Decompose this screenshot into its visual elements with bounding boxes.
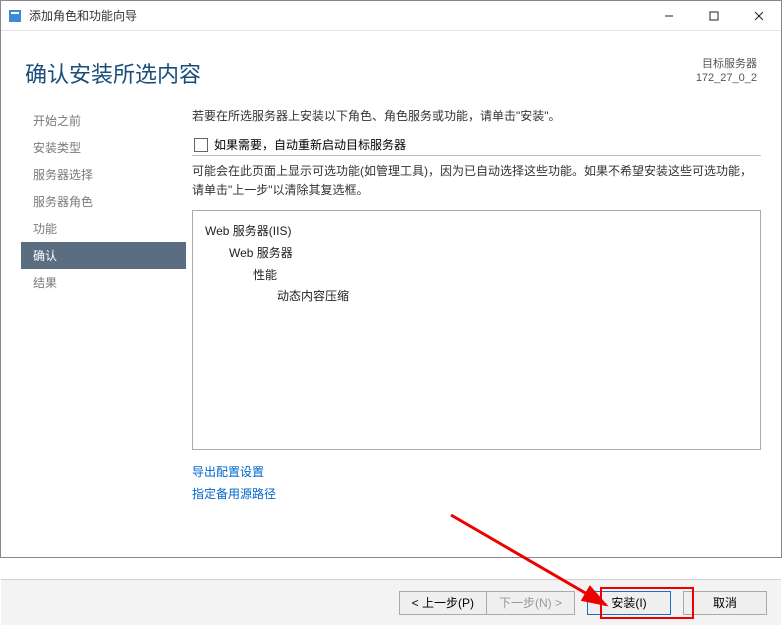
close-button[interactable] bbox=[736, 1, 781, 31]
tree-item: Web 服务器(IIS) bbox=[205, 221, 748, 243]
previous-button[interactable]: < 上一步(P) bbox=[399, 591, 486, 615]
sidebar-item-server-roles[interactable]: 服务器角色 bbox=[21, 188, 186, 215]
auto-restart-row[interactable]: 如果需要，自动重新启动目标服务器 bbox=[192, 136, 761, 156]
sidebar-item-features[interactable]: 功能 bbox=[21, 215, 186, 242]
sidebar-item-before-you-begin[interactable]: 开始之前 bbox=[21, 107, 186, 134]
window-title: 添加角色和功能向导 bbox=[29, 7, 137, 24]
intro-text: 若要在所选服务器上安装以下角色、角色服务或功能，请单击"安装"。 bbox=[192, 107, 761, 124]
export-config-link[interactable]: 导出配置设置 bbox=[192, 465, 264, 479]
selection-tree: Web 服务器(IIS) Web 服务器 性能 动态内容压缩 bbox=[192, 210, 761, 450]
cancel-button[interactable]: 取消 bbox=[683, 591, 767, 615]
page-title: 确认安装所选内容 bbox=[25, 57, 696, 89]
target-server-name: 172_27_0_2 bbox=[696, 71, 757, 85]
app-icon bbox=[7, 8, 23, 24]
sidebar-item-installation-type[interactable]: 安装类型 bbox=[21, 134, 186, 161]
tree-item: Web 服务器 bbox=[205, 243, 748, 265]
tree-item: 性能 bbox=[205, 265, 748, 287]
sidebar-item-confirmation[interactable]: 确认 bbox=[21, 242, 186, 269]
window-controls bbox=[646, 1, 781, 31]
auto-restart-label: 如果需要，自动重新启动目标服务器 bbox=[214, 136, 406, 153]
links-area: 导出配置设置 指定备用源路径 bbox=[192, 462, 761, 505]
install-button[interactable]: 安装(I) bbox=[587, 591, 671, 615]
target-server-info: 目标服务器 172_27_0_2 bbox=[696, 57, 757, 86]
alt-source-link[interactable]: 指定备用源路径 bbox=[192, 487, 276, 501]
next-button: 下一步(N) > bbox=[486, 591, 575, 615]
footer: < 上一步(P) 下一步(N) > 安装(I) 取消 bbox=[1, 579, 781, 625]
target-server-label: 目标服务器 bbox=[696, 57, 757, 71]
main-panel: 若要在所选服务器上安装以下角色、角色服务或功能，请单击"安装"。 如果需要，自动… bbox=[186, 99, 781, 579]
sidebar-item-server-selection[interactable]: 服务器选择 bbox=[21, 161, 186, 188]
auto-restart-checkbox[interactable] bbox=[194, 138, 208, 152]
header: 确认安装所选内容 目标服务器 172_27_0_2 bbox=[1, 31, 781, 99]
optional-features-note: 可能会在此页面上显示可选功能(如管理工具)，因为已自动选择这些功能。如果不希望安… bbox=[192, 162, 761, 200]
sidebar-item-results: 结果 bbox=[21, 269, 186, 296]
sidebar: 开始之前 安装类型 服务器选择 服务器角色 功能 确认 结果 bbox=[1, 99, 186, 579]
titlebar: 添加角色和功能向导 bbox=[1, 1, 781, 31]
content: 开始之前 安装类型 服务器选择 服务器角色 功能 确认 结果 若要在所选服务器上… bbox=[1, 99, 781, 579]
maximize-button[interactable] bbox=[691, 1, 736, 31]
tree-item: 动态内容压缩 bbox=[205, 286, 748, 308]
minimize-button[interactable] bbox=[646, 1, 691, 31]
